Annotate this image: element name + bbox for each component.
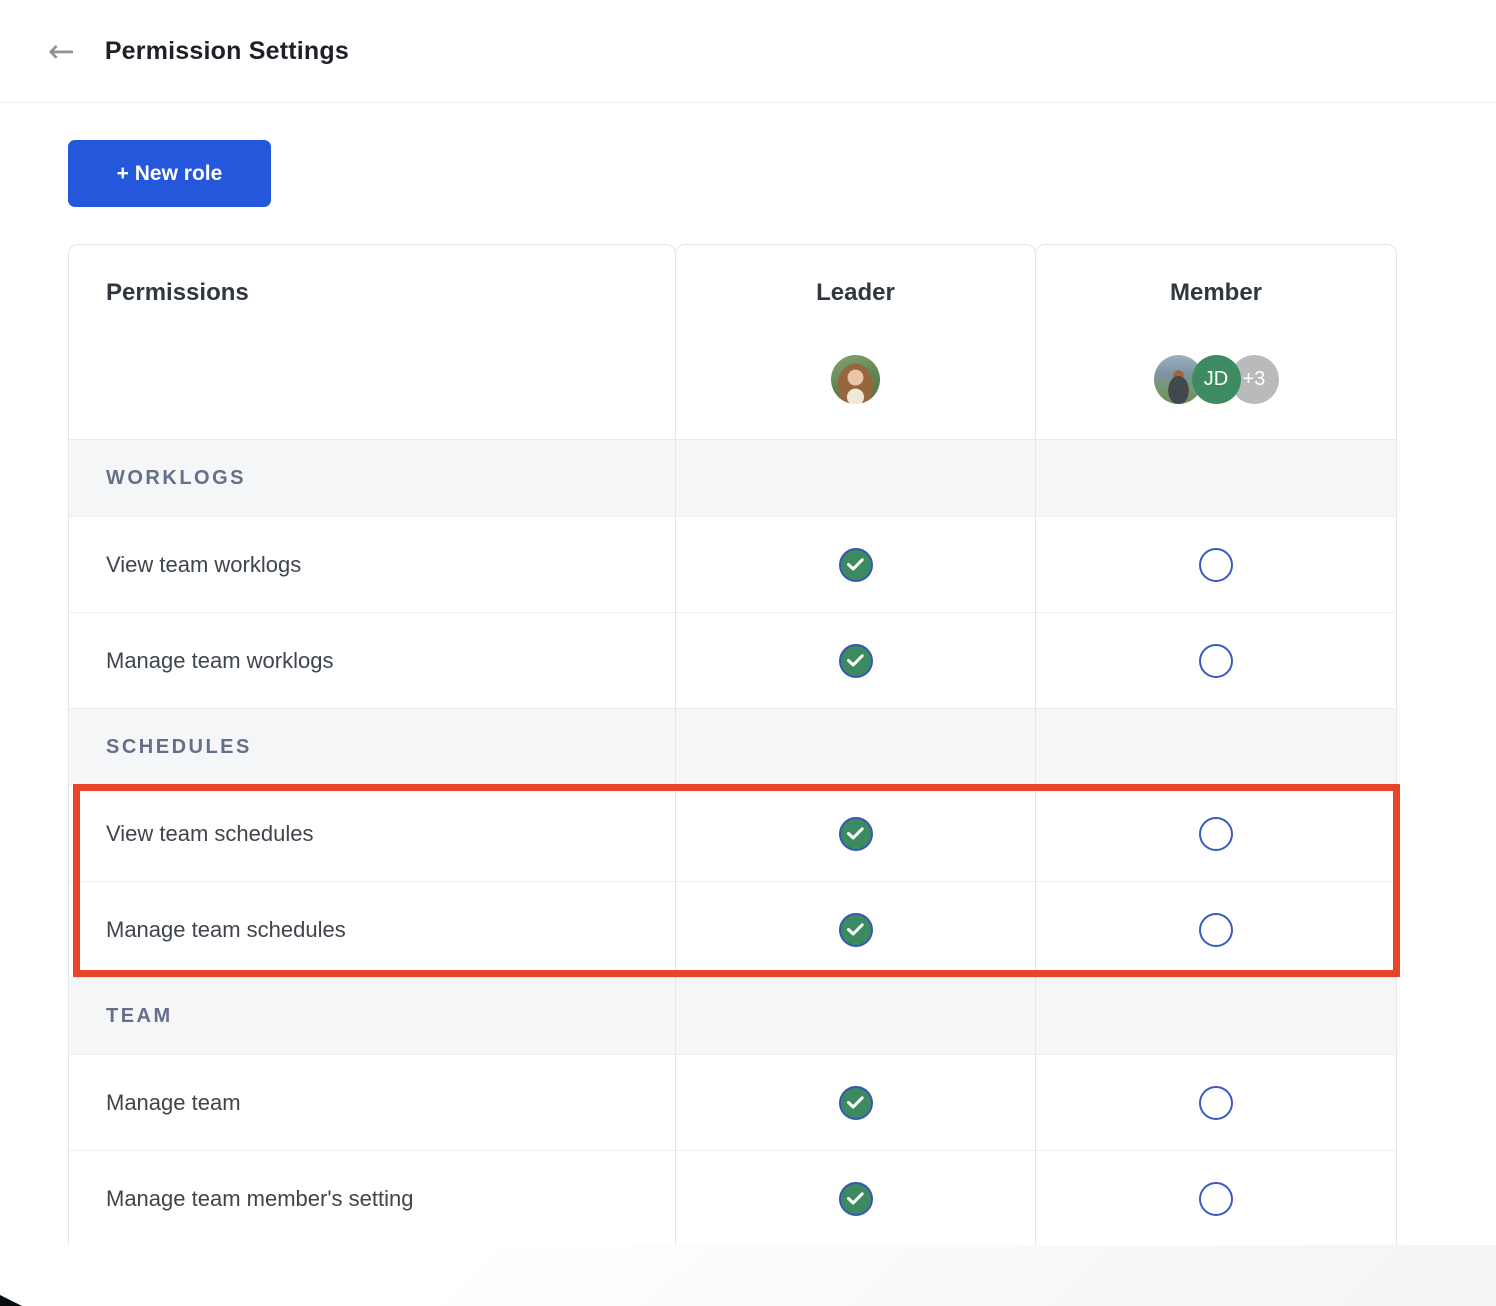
leader-toggle-manage-team-members-setting[interactable] [676, 1150, 1035, 1246]
leader-toggle-manage-team[interactable] [676, 1054, 1035, 1150]
check-icon [839, 913, 873, 947]
leader-column-header: Leader [676, 245, 1035, 439]
check-icon [839, 1182, 873, 1216]
back-arrow-icon[interactable]: ← [48, 35, 75, 67]
unchecked-circle-icon [1199, 548, 1233, 582]
permissions-column-header: Permissions [69, 245, 675, 439]
member-avatars: JD +3 [1154, 355, 1279, 404]
row-label-manage-team: Manage team [69, 1054, 675, 1150]
leader-role-name: Leader [816, 279, 895, 307]
member-toggle-view-team-schedules[interactable] [1036, 785, 1396, 881]
check-icon [839, 1086, 873, 1120]
section-header-worklogs: WORKLOGS [69, 439, 675, 516]
leader-avatars [831, 355, 880, 404]
unchecked-circle-icon [1199, 1182, 1233, 1216]
leader-toggle-manage-team-worklogs[interactable] [676, 612, 1035, 708]
leader-column: Leader [675, 244, 1036, 1247]
top-bar: ← Permission Settings [0, 0, 1496, 103]
member-section-spacer-team [1036, 977, 1396, 1054]
section-header-schedules: SCHEDULES [69, 708, 675, 785]
check-icon [839, 817, 873, 851]
member-toggle-manage-team[interactable] [1036, 1054, 1396, 1150]
member-toggle-view-team-worklogs[interactable] [1036, 516, 1396, 612]
row-label-manage-team-members-setting: Manage team member's setting [69, 1150, 675, 1246]
check-icon [839, 644, 873, 678]
leader-avatar[interactable] [831, 355, 880, 404]
leader-section-spacer-worklogs [676, 439, 1035, 516]
unchecked-circle-icon [1199, 913, 1233, 947]
permissions-column: Permissions WORKLOGS View team worklogs … [68, 244, 676, 1247]
row-label-manage-team-schedules: Manage team schedules [69, 881, 675, 977]
member-avatar-initials[interactable]: JD [1192, 355, 1241, 404]
page-title: Permission Settings [105, 37, 349, 66]
leader-toggle-manage-team-schedules[interactable] [676, 881, 1035, 977]
member-toggle-manage-team-schedules[interactable] [1036, 881, 1396, 977]
row-label-view-team-worklogs: View team worklogs [69, 516, 675, 612]
member-column-header: Member JD +3 [1036, 245, 1396, 439]
row-label-manage-team-worklogs: Manage team worklogs [69, 612, 675, 708]
permissions-header-label: Permissions [69, 245, 675, 307]
member-role-name: Member [1170, 279, 1262, 307]
check-icon [839, 548, 873, 582]
unchecked-circle-icon [1199, 644, 1233, 678]
member-column: Member JD +3 [1035, 244, 1397, 1247]
unchecked-circle-icon [1199, 817, 1233, 851]
member-toggle-manage-team-worklogs[interactable] [1036, 612, 1396, 708]
leader-section-spacer-schedules [676, 708, 1035, 785]
leader-toggle-view-team-schedules[interactable] [676, 785, 1035, 881]
member-toggle-manage-team-members-setting[interactable] [1036, 1150, 1396, 1246]
leader-section-spacer-team [676, 977, 1035, 1054]
leader-toggle-view-team-worklogs[interactable] [676, 516, 1035, 612]
member-section-spacer-worklogs [1036, 439, 1396, 516]
member-section-spacer-schedules [1036, 708, 1396, 785]
unchecked-circle-icon [1199, 1086, 1233, 1120]
bottom-background [0, 1245, 1496, 1306]
row-label-view-team-schedules: View team schedules [69, 785, 675, 881]
section-header-team: TEAM [69, 977, 675, 1054]
new-role-button[interactable]: + New role [68, 140, 271, 207]
permissions-table: Permissions WORKLOGS View team worklogs … [68, 244, 1398, 1247]
